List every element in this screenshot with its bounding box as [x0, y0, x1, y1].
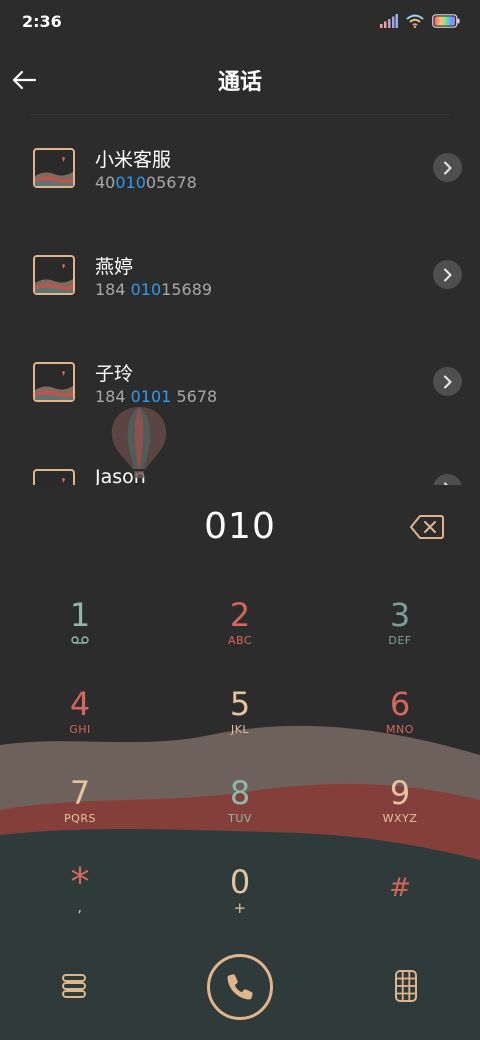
backspace-button[interactable] — [410, 514, 444, 540]
key-0[interactable]: 0 + — [180, 862, 300, 942]
key-6[interactable]: 6 MNO — [340, 684, 460, 764]
contact-avatar-icon — [33, 362, 75, 402]
key-digit: 2 — [229, 596, 251, 634]
key-letters: MNO — [386, 723, 414, 736]
key-letters: DEF — [388, 634, 412, 647]
key-digit: 9 — [389, 774, 411, 812]
key-letters: TUV — [228, 812, 252, 825]
page-title: 通话 — [217, 70, 262, 95]
number-suffix: 05678 — [145, 173, 197, 192]
status-icons — [380, 13, 460, 29]
battery-icon — [432, 14, 460, 28]
contact-number: 184 01015689 — [95, 280, 212, 299]
key-letters: JKL — [230, 723, 250, 736]
chevron-right-icon — [443, 268, 451, 281]
contact-name: 子玲 — [95, 363, 134, 385]
key-2[interactable]: 2 ABC — [180, 595, 300, 675]
key-letters: GHI — [69, 723, 91, 736]
contact-avatar-icon — [33, 148, 75, 188]
key-digit: 3 — [389, 596, 411, 634]
contact-detail-button[interactable] — [433, 474, 462, 485]
status-bar: 2:36 — [0, 0, 480, 44]
contact-detail-button[interactable] — [433, 367, 462, 396]
number-suffix: 5678 — [171, 387, 218, 406]
voicemail-icon — [71, 636, 89, 644]
key-4[interactable]: 4 GHI — [20, 684, 140, 764]
contact-row[interactable]: 燕婷 184 01015689 — [0, 222, 480, 322]
contact-row[interactable]: Jason — [0, 436, 480, 485]
key-letters: WXYZ — [382, 812, 418, 825]
hot-air-balloon-icon — [111, 407, 167, 478]
key-digit: 6 — [389, 685, 411, 723]
dial-display: 010 — [0, 500, 480, 560]
number-match: 010 — [115, 173, 146, 192]
contact-row[interactable]: 小米客服 4001005678 — [0, 115, 480, 215]
contact-avatar-icon — [33, 255, 75, 295]
dialed-number-input[interactable]: 010 — [0, 506, 480, 547]
number-match: 010 — [130, 280, 162, 299]
contact-number: 4001005678 — [95, 173, 197, 192]
key-9[interactable]: 9 WXYZ — [340, 773, 460, 853]
key-digit: 0 — [229, 863, 251, 901]
key-letters: PQRS — [64, 812, 96, 825]
contact-detail-button[interactable] — [433, 153, 462, 182]
key-letters: ABC — [227, 634, 253, 647]
contact-name: 燕婷 — [95, 256, 134, 278]
key-7[interactable]: 7 PQRS — [20, 773, 140, 853]
keypad-toggle-button[interactable] — [390, 968, 422, 1004]
key-digit: # — [389, 873, 411, 903]
number-match: 0101 — [130, 387, 172, 406]
key-5[interactable]: 5 JKL — [180, 684, 300, 764]
key-1[interactable]: 1 — [20, 595, 140, 675]
signal-icon — [380, 14, 398, 28]
key-hash[interactable]: # — [340, 862, 460, 942]
key-digit: 8 — [229, 774, 251, 812]
top-bar: 通话 — [0, 52, 480, 108]
contact-results-list[interactable]: 小米客服 4001005678 燕婷 184 01015689 子玲 184 0… — [0, 115, 480, 485]
contact-detail-button[interactable] — [433, 260, 462, 289]
key-digit: * — [70, 860, 90, 904]
contact-name: 小米客服 — [95, 149, 172, 171]
number-suffix: 15689 — [161, 280, 213, 299]
key-digit: 4 — [69, 685, 91, 723]
key-digit: 7 — [69, 774, 91, 812]
menu-button[interactable] — [58, 970, 90, 1002]
contact-number: 184 0101 5678 — [95, 387, 217, 406]
contact-row[interactable]: 子玲 184 0101 5678 — [0, 329, 480, 429]
key-8[interactable]: 8 TUV — [180, 773, 300, 853]
chevron-right-icon — [443, 161, 451, 174]
key-letters: , — [77, 900, 83, 916]
status-time: 2:36 — [22, 12, 62, 31]
wifi-icon — [406, 14, 424, 28]
key-3[interactable]: 3 DEF — [340, 595, 460, 675]
key-letters: + — [233, 899, 247, 917]
number-prefix: 184 — [95, 280, 131, 299]
key-star[interactable]: * , — [20, 862, 140, 942]
chevron-right-icon — [443, 375, 451, 388]
number-prefix: 40 — [95, 173, 116, 192]
number-prefix: 184 — [95, 387, 131, 406]
chevron-right-icon — [443, 482, 448, 485]
key-digit: 5 — [229, 685, 251, 723]
bottom-action-bar — [0, 950, 480, 1022]
key-digit: 1 — [69, 596, 91, 634]
phone-icon — [227, 974, 253, 1000]
contact-avatar-icon — [33, 469, 75, 485]
call-button[interactable] — [207, 954, 273, 1020]
